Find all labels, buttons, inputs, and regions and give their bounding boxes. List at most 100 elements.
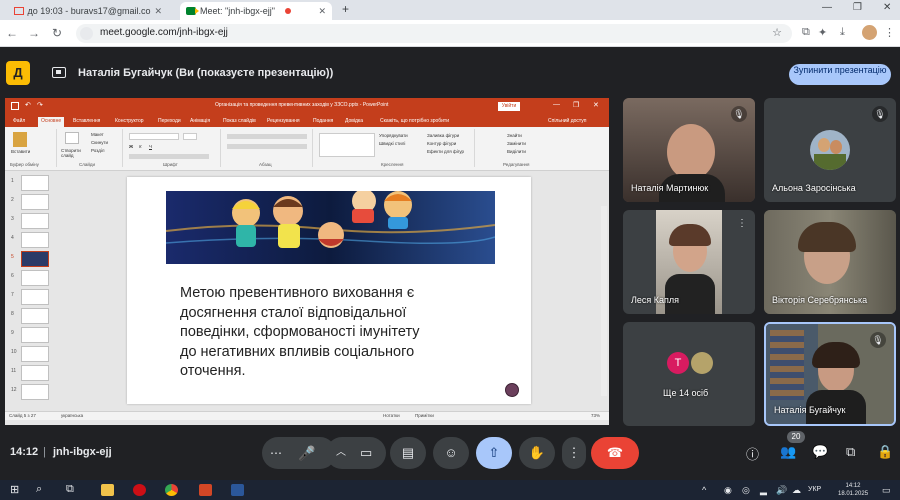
taskbar-clock[interactable]: 14:12 18.01.2025 bbox=[838, 482, 868, 498]
activities-icon[interactable]: ⧉ bbox=[846, 444, 855, 460]
ppt-tab-home: Основне bbox=[38, 117, 65, 127]
people-icon[interactable]: 👥 bbox=[780, 444, 796, 460]
browser-tab-gmail[interactable]: до 19:03 - buravs17@gmail.co ✕ bbox=[8, 2, 168, 20]
host-controls-lock-icon[interactable]: 🔒 bbox=[877, 444, 893, 460]
search-icon[interactable]: ⌕ bbox=[36, 483, 42, 496]
camera-icon[interactable]: ▭ bbox=[360, 437, 372, 469]
tray-chevron-icon[interactable]: ^ bbox=[702, 485, 706, 495]
chat-icon[interactable]: 💬 bbox=[812, 444, 828, 460]
browser-menu-icon[interactable]: ⋮ bbox=[884, 26, 895, 39]
meeting-code: jnh-ibgx-ejj bbox=[53, 446, 112, 458]
current-slide: Метою превентивного виховання є досягнен… bbox=[127, 177, 531, 404]
font-size-field bbox=[183, 133, 197, 140]
emoji-button[interactable]: ☺ bbox=[433, 437, 469, 469]
meeting-time: 14:12 bbox=[10, 446, 39, 458]
ppt-close-icon: ✕ bbox=[593, 102, 599, 109]
download-icon[interactable]: ⤓ bbox=[840, 26, 845, 39]
close-tab-icon[interactable]: ✕ bbox=[154, 6, 162, 17]
task-view-icon[interactable]: ⧉ bbox=[66, 483, 74, 496]
ppt-restore-icon: ❐ bbox=[573, 102, 580, 109]
captions-button[interactable]: ▤ bbox=[390, 437, 426, 469]
participant-group-tile[interactable]: Т Ще 14 осіб bbox=[623, 322, 755, 426]
tab-title: до 19:03 - buravs17@gmail.co bbox=[27, 6, 151, 16]
opera-icon[interactable] bbox=[133, 484, 146, 496]
participant-video-face bbox=[667, 124, 715, 180]
participant-tile[interactable]: 🎙 Наталія Мартинюк bbox=[623, 98, 755, 202]
reload-icon[interactable]: ↻ bbox=[52, 26, 62, 40]
onedrive-icon[interactable]: ☁ bbox=[792, 485, 801, 496]
back-arrow-icon[interactable]: ← bbox=[6, 26, 18, 40]
ppt-tab-file: Файл bbox=[13, 118, 26, 124]
participant-tile[interactable]: Вікторія Серебрянська bbox=[764, 210, 896, 314]
ppt-tell-me: Скажіть, що потрібно зробити bbox=[380, 118, 449, 124]
ppt-ribbon-tabs: Файл Основне Вставлення Конструктор Пере… bbox=[5, 116, 609, 127]
ribbon-group-label: Редагування bbox=[503, 162, 530, 167]
ribbon-layout: Макет bbox=[91, 132, 104, 137]
muted-mic-icon: 🎙 bbox=[731, 106, 747, 122]
slide-thumbnail: 9 bbox=[9, 326, 53, 344]
new-tab-button[interactable]: + bbox=[342, 2, 349, 16]
site-info-icon[interactable] bbox=[80, 27, 93, 40]
bookmark-star-icon[interactable]: ☆ bbox=[772, 26, 782, 39]
ribbon-group-editing: Знайти Замінити Виділити Редагування bbox=[477, 129, 557, 167]
participant-letter-avatar: Т bbox=[667, 352, 689, 374]
more-options-button[interactable]: ⋮ bbox=[562, 437, 586, 469]
participant-tile-self[interactable]: 🎙 Наталія Бугайчук bbox=[764, 322, 896, 426]
ppt-tab-slideshow: Показ слайдів bbox=[223, 118, 256, 124]
recording-indicator-icon bbox=[284, 8, 291, 14]
ppt-share: Спільний доступ bbox=[548, 118, 587, 124]
chrome-icon[interactable] bbox=[165, 484, 178, 496]
participant-name: Наталія Бугайчук bbox=[774, 405, 846, 415]
minimize-icon[interactable]: — bbox=[822, 2, 832, 13]
slide-thumbnail: 6 bbox=[9, 269, 53, 287]
tray-icon[interactable]: ◉ bbox=[724, 485, 732, 496]
participant-tile[interactable]: 🎙 Альона Заросінська bbox=[764, 98, 896, 202]
network-icon[interactable]: ▂ bbox=[760, 485, 767, 496]
powerpoint-icon[interactable] bbox=[199, 484, 212, 496]
extensions-puzzle-icon[interactable]: ✦ bbox=[818, 26, 827, 39]
url-text: meet.google.com/jnh-ibgx-ejj bbox=[100, 27, 228, 38]
align-tools-row bbox=[227, 144, 307, 149]
restore-icon[interactable]: ❐ bbox=[853, 2, 862, 13]
forward-arrow-icon[interactable]: → bbox=[28, 26, 40, 40]
word-icon[interactable] bbox=[231, 484, 244, 496]
file-explorer-icon[interactable] bbox=[101, 484, 114, 496]
mic-options-icon[interactable]: ⋯ bbox=[270, 437, 282, 469]
participant-group-label: Ще 14 осіб bbox=[663, 388, 709, 398]
camera-options-chevron-icon[interactable]: ︿ bbox=[336, 437, 346, 469]
meeting-info-icon[interactable]: ⓘ bbox=[746, 444, 759, 463]
microphone-icon[interactable]: 🎤 bbox=[298, 437, 315, 469]
end-call-icon: ☎ bbox=[606, 445, 624, 460]
keyboard-language[interactable]: УКР bbox=[808, 486, 821, 493]
ribbon-effects: Ефекти для фігур bbox=[427, 149, 465, 154]
underline-icon: Ч bbox=[149, 144, 152, 149]
ribbon-outline: Контур фігури bbox=[427, 141, 457, 146]
notifications-icon[interactable]: ▭ bbox=[882, 485, 891, 496]
ppt-tab-animation: Анімація bbox=[190, 118, 211, 124]
close-window-icon[interactable]: ✕ bbox=[883, 2, 891, 13]
slide-thumbnail: 2 bbox=[9, 193, 53, 211]
ppt-tab-design: Конструктор bbox=[115, 118, 144, 124]
browser-tab-meet[interactable]: Meet: "jnh-ibgx-ejj" ✕ bbox=[180, 2, 332, 20]
present-button[interactable]: ⇧ bbox=[476, 437, 512, 469]
windows-start-icon[interactable]: ⊞ bbox=[10, 483, 19, 496]
tray-icon[interactable]: ◎ bbox=[742, 485, 750, 496]
raise-hand-button[interactable]: ✋ bbox=[519, 437, 555, 469]
slide-thumbnail: 8 bbox=[9, 307, 53, 325]
address-bar[interactable]: meet.google.com/jnh-ibgx-ejj ☆ bbox=[76, 24, 792, 43]
browser-toolbar: ← → ↻ meet.google.com/jnh-ibgx-ejj ☆ ⧉ ✦… bbox=[0, 20, 900, 47]
leave-call-button[interactable]: ☎ bbox=[591, 437, 639, 469]
extensions-icon[interactable]: ⧉ bbox=[802, 26, 810, 39]
ppt-status-bar: Слайд 5 з 27 українська Нотатки Примітки… bbox=[5, 411, 609, 420]
present-screen-icon: ⇧ bbox=[488, 445, 500, 460]
slide-thumbnail: 12 bbox=[9, 383, 53, 401]
volume-icon[interactable]: 🔊 bbox=[776, 485, 787, 496]
close-tab-icon[interactable]: ✕ bbox=[318, 6, 326, 17]
profile-avatar[interactable] bbox=[862, 25, 877, 40]
clock-date: 18.01.2025 bbox=[838, 491, 869, 497]
slide-thumbnail: 11 bbox=[9, 364, 53, 382]
participant-tile[interactable]: ⋮ Леся Капля bbox=[623, 210, 755, 314]
stop-presenting-button[interactable]: Зупинити презентацію bbox=[789, 64, 891, 85]
ribbon-group-clipboard: Вставити Буфер обміну bbox=[7, 129, 57, 167]
more-options-icon[interactable]: ⋮ bbox=[737, 218, 747, 229]
